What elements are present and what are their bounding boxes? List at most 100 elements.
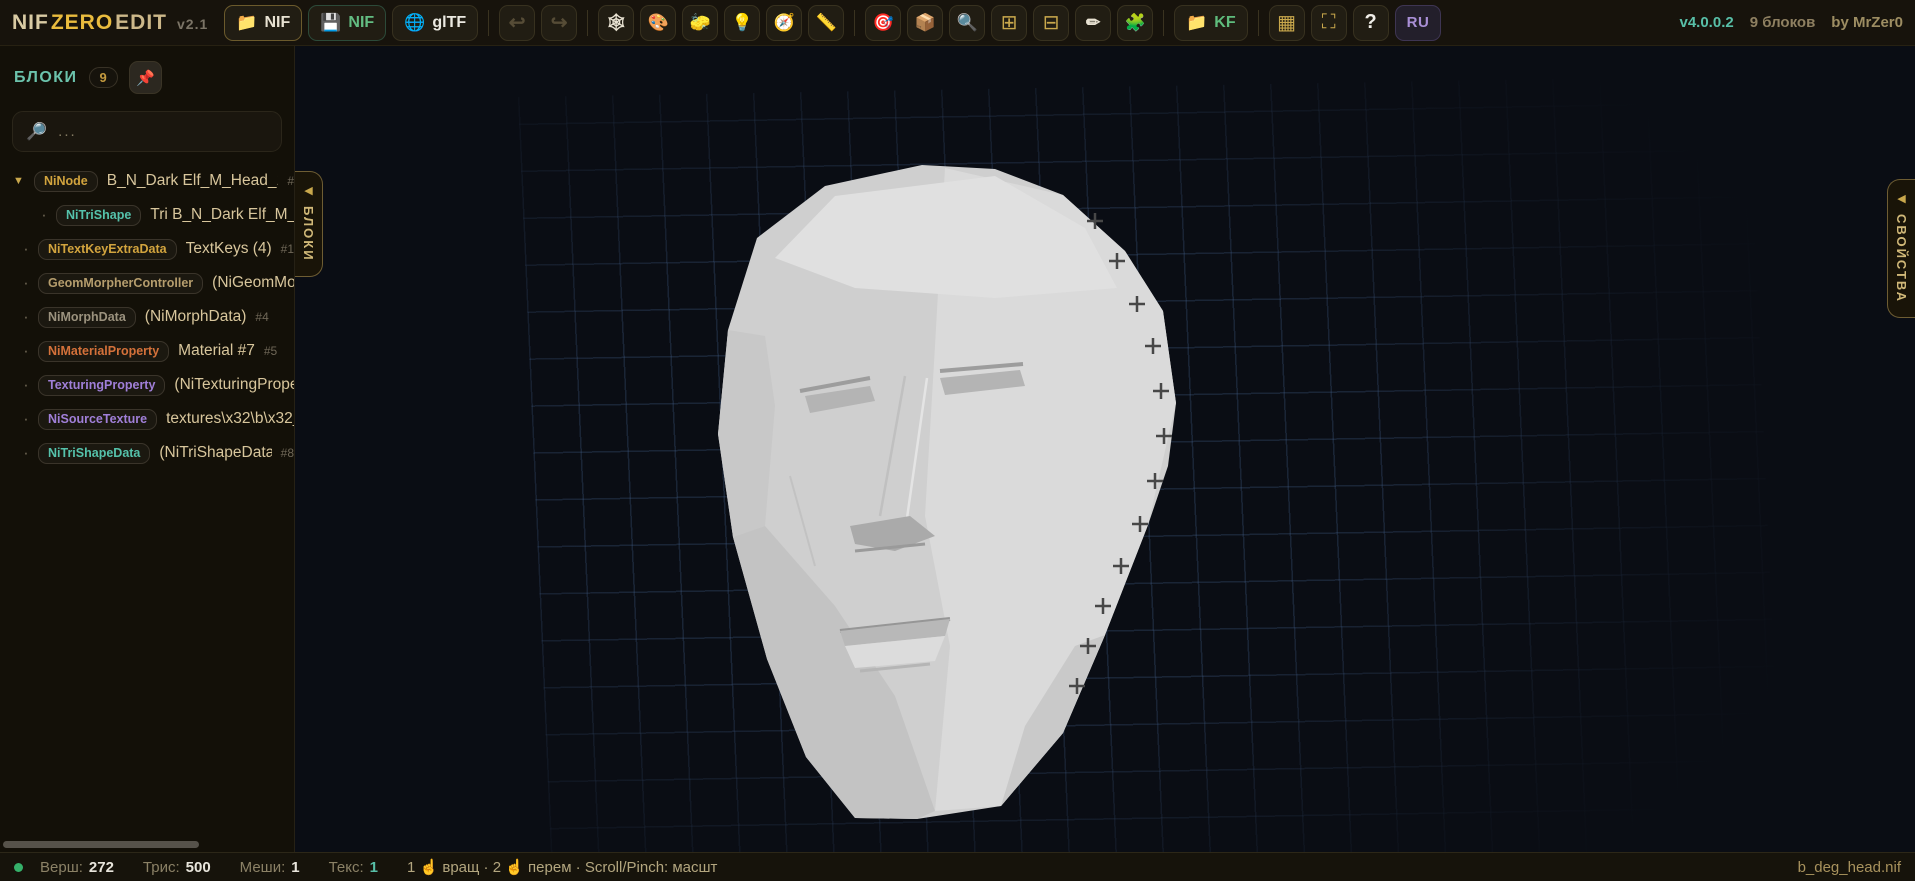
open-kf-button[interactable]: 📁 KF <box>1174 5 1248 41</box>
help-button[interactable]: ? <box>1353 5 1389 41</box>
language-button[interactable]: RU <box>1395 5 1442 41</box>
wireframe-button[interactable]: 🕸 <box>598 5 634 41</box>
texture-count-label: Текс: <box>329 859 364 876</box>
bullet-icon: · <box>23 341 29 361</box>
block-index: #4 <box>255 310 268 324</box>
tree-row-texturingproperty[interactable]: · TexturingProperty (NiTexturingProper <box>0 368 294 402</box>
tree-row-nimorphdata[interactable]: · NiMorphData (NiMorphData) #4 <box>0 300 294 334</box>
app-build-version: v4.0.0.2 <box>1679 14 1733 31</box>
inspect-button[interactable]: 🔍 <box>949 5 985 41</box>
blocks-panel: БЛОКИ 9 📌 🔎 ▼ NiNode B_N_Dark Elf_M_Head… <box>0 46 295 852</box>
layout-grid-button[interactable]: ⊞ <box>991 5 1027 41</box>
lighting-button[interactable]: 💡 <box>724 5 760 41</box>
save-nif-button[interactable]: 💾 NIF <box>308 5 386 41</box>
bullet-icon: · <box>23 239 29 259</box>
main-area: БЛОКИ 9 📌 🔎 ▼ NiNode B_N_Dark Elf_M_Head… <box>0 46 1915 852</box>
bullet-icon: · <box>23 409 29 429</box>
orientation-button[interactable]: 🧭 <box>766 5 802 41</box>
app-version-label: v2.1 <box>177 16 208 32</box>
plugins-button[interactable]: 🧩 <box>1117 5 1153 41</box>
block-index: #5 <box>264 344 277 358</box>
redo-button[interactable]: ↪ <box>541 5 577 41</box>
bullet-icon: · <box>23 273 29 293</box>
gesture-hint: 1 ☝ вращ · 2 ☝ перем · Scroll/Pinch: мас… <box>407 858 717 876</box>
properties-collapse-tab[interactable]: ◀ СВОЙСТВА <box>1887 179 1915 318</box>
author-label: by MrZer0 <box>1831 14 1903 31</box>
block-label: (NiMorphData) <box>145 308 247 326</box>
tree-row-nisourcetexture[interactable]: · NiSourceTexture textures\x32\b\x32_ <box>0 402 294 436</box>
matcap-button[interactable]: 🧽 <box>682 5 718 41</box>
app-title-zero: ZERO <box>51 11 113 35</box>
open-nif-button[interactable]: 📁 NIF <box>224 5 302 41</box>
app-title-nif: NIF <box>12 11 49 35</box>
pushpin-icon: 📌 <box>136 69 155 87</box>
bullet-icon: · <box>23 443 29 463</box>
mesh-count: Меши: 1 <box>240 859 300 876</box>
block-type-badge: TexturingProperty <box>38 375 165 396</box>
fullscreen-icon: ⛶ <box>1322 11 1336 34</box>
texture-count: Текс: 1 <box>329 859 378 876</box>
pin-panel-button[interactable]: 📌 <box>129 61 162 94</box>
undo-button[interactable]: ↩ <box>499 5 535 41</box>
tree-row-nitrishape[interactable]: · NiTriShape Tri B_N_Dark Elf_M_H <box>0 198 294 232</box>
blocks-panel-header: БЛОКИ 9 📌 <box>0 46 294 103</box>
globe-icon: 🌐 <box>404 14 425 31</box>
ruler-icon: 📏 <box>816 14 837 31</box>
vertex-count-value: 272 <box>89 859 114 876</box>
bullet-icon: · <box>23 375 29 395</box>
block-tree: ▼ NiNode B_N_Dark Elf_M_Head_12 # · NiTr… <box>0 164 294 470</box>
bullet-icon: · <box>23 307 29 327</box>
block-type-badge: NiMaterialProperty <box>38 341 169 362</box>
app-title-edit: EDIT <box>115 11 167 35</box>
blocks-collapse-tab[interactable]: ◀ БЛОКИ <box>295 171 323 277</box>
block-index: # <box>287 174 294 188</box>
toolbar-separator <box>1163 10 1164 36</box>
open-kf-label: KF <box>1214 14 1235 32</box>
tree-row-nitextkeyextradata[interactable]: · NiTextKeyExtraData TextKeys (4) #1 <box>0 232 294 266</box>
spiderweb-icon: 🕸 <box>605 14 627 31</box>
viewport-3d[interactable]: ◀ БЛОКИ <box>295 46 1915 852</box>
undo-icon: ↩ <box>509 10 526 35</box>
block-search-input[interactable] <box>58 123 268 140</box>
tree-row-nimaterialproperty[interactable]: · NiMaterialProperty Material #7 #5 <box>0 334 294 368</box>
triangle-count: Трис: 500 <box>143 859 211 876</box>
vertex-count: Верш: 272 <box>40 859 114 876</box>
measure-button[interactable]: 📏 <box>808 5 844 41</box>
block-count-label: 9 блоков <box>1750 14 1816 31</box>
materials-button[interactable]: 🎨 <box>640 5 676 41</box>
layout-split-button[interactable]: ⊟ <box>1033 5 1069 41</box>
magnifier-icon: 🔍 <box>957 14 978 31</box>
export-gltf-button[interactable]: 🌐 glTF <box>392 5 478 41</box>
redo-icon: ↪ <box>551 10 568 35</box>
toolbar-separator <box>587 10 588 36</box>
block-type-badge: GeomMorpherController <box>38 273 203 294</box>
header-right-info: v4.0.0.2 9 блоков by MrZer0 <box>1679 14 1903 31</box>
properties-tab-label: СВОЙСТВА <box>1894 214 1909 303</box>
tree-row-nitrishapedata[interactable]: · NiTriShapeData (NiTriShapeData) #8 <box>0 436 294 470</box>
blocks-count-badge: 9 <box>89 67 118 88</box>
status-bar: Верш: 272 Трис: 500 Меши: 1 Текс: 1 1 ☝ … <box>0 852 1915 881</box>
frames-button[interactable]: ▦ <box>1269 5 1305 41</box>
edit-button[interactable]: ✏ <box>1075 5 1111 41</box>
bounding-box-button[interactable]: 📦 <box>907 5 943 41</box>
block-label: (NiGeomMorp <box>212 274 294 292</box>
horizontal-scrollbar-thumb[interactable] <box>3 841 199 848</box>
block-index: #8 <box>281 446 294 460</box>
sponge-icon: 🧽 <box>690 14 711 31</box>
blocks-tab-label: БЛОКИ <box>301 206 316 262</box>
block-type-badge: NiTextKeyExtraData <box>38 239 177 260</box>
tree-row-ninode[interactable]: ▼ NiNode B_N_Dark Elf_M_Head_12 # <box>0 164 294 198</box>
package-icon: 📦 <box>915 14 936 31</box>
search-icon: 🔎 <box>26 122 47 142</box>
block-type-badge: NiMorphData <box>38 307 136 328</box>
triangle-count-value: 500 <box>186 859 211 876</box>
target-icon: 🎯 <box>873 14 894 31</box>
block-type-badge: NiTriShape <box>56 205 141 226</box>
fullscreen-button[interactable]: ⛶ <box>1311 5 1347 41</box>
focus-button[interactable]: 🎯 <box>865 5 901 41</box>
tree-row-geommorphercontroller[interactable]: · GeomMorpherController (NiGeomMorp <box>0 266 294 300</box>
block-index: #1 <box>281 242 294 256</box>
block-label: Tri B_N_Dark Elf_M_H <box>150 206 294 224</box>
block-type-badge: NiSourceTexture <box>38 409 157 430</box>
top-toolbar: NIFZEROEDIT v2.1 📁 NIF 💾 NIF 🌐 glTF ↩ ↪ … <box>0 0 1915 46</box>
